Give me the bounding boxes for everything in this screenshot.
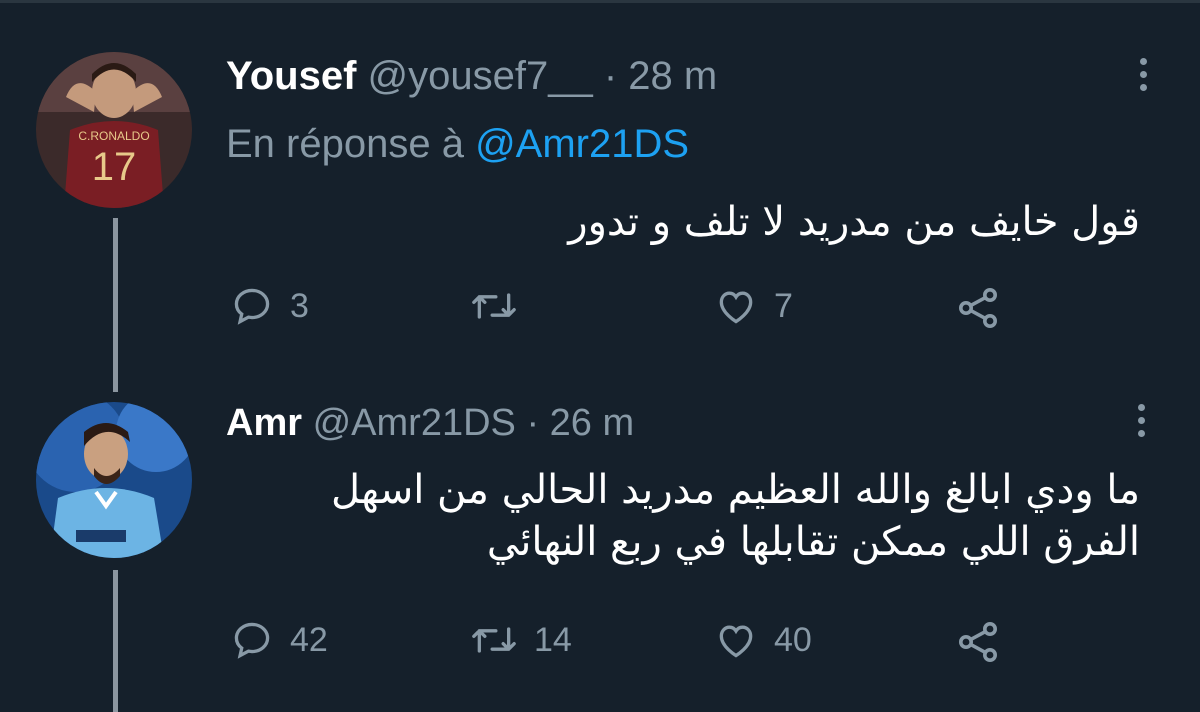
share-icon	[959, 288, 997, 328]
thread-line	[113, 218, 118, 392]
retweet-count: 14	[534, 620, 572, 659]
tweet-amr[interactable]: Amr @Amr21DS · 26 m ما ودي ابالغ والله ا…	[0, 380, 1200, 712]
reply-prefix: En réponse à	[226, 122, 464, 166]
more-options-icon[interactable]	[1138, 58, 1148, 91]
share-button[interactable]	[954, 618, 1002, 666]
timestamp[interactable]: 28 m	[628, 54, 717, 98]
reply-button[interactable]: 3	[230, 284, 309, 328]
tweet-text: ما ودي ابالغ والله العظيم مدريد الحالي م…	[240, 464, 1140, 568]
reply-icon	[234, 288, 270, 325]
tweet-header: Amr @Amr21DS · 26 m	[226, 402, 634, 445]
avatar-yousef[interactable]: C.RONALDO 17	[36, 52, 192, 208]
retweet-icon	[472, 293, 516, 319]
tweet-text-line: الفرق اللي ممكن تقابلها في ربع النهائي	[486, 519, 1140, 565]
retweet-button[interactable]: 14	[470, 618, 572, 662]
share-icon	[959, 622, 997, 662]
separator: ·	[603, 54, 618, 98]
tweet-text: قول خايف من مدريد لا تلف و تدور	[340, 196, 1140, 248]
like-button[interactable]: 7	[714, 284, 793, 328]
reply-icon	[234, 622, 270, 659]
like-count: 7	[774, 286, 793, 325]
more-options-icon[interactable]	[1136, 404, 1146, 437]
reply-context: En réponse à @Amr21DS	[226, 122, 689, 167]
like-icon	[719, 625, 753, 658]
separator: ·	[526, 402, 540, 444]
svg-text:17: 17	[92, 145, 137, 189]
handle[interactable]: @yousef7__	[368, 54, 593, 98]
reply-button[interactable]: 42	[230, 618, 328, 662]
tweet-text-line: ما ودي ابالغ والله العظيم مدريد الحالي م…	[330, 467, 1140, 513]
share-button[interactable]	[954, 284, 1002, 332]
like-count: 40	[774, 620, 812, 659]
avatar-amr-image	[36, 402, 192, 558]
thread-line-bottom	[113, 570, 118, 712]
like-icon	[719, 291, 753, 324]
tweet-text-line: قول خايف من مدريد لا تلف و تدور	[568, 199, 1140, 245]
retweet-button[interactable]	[470, 284, 534, 328]
handle[interactable]: @Amr21DS	[313, 402, 516, 444]
reply-count: 3	[290, 286, 309, 325]
svg-text:C.RONALDO: C.RONALDO	[78, 129, 149, 143]
display-name[interactable]: Yousef	[226, 54, 356, 98]
avatar-yousef-image: C.RONALDO 17	[36, 52, 192, 208]
reply-count: 42	[290, 620, 328, 659]
tweet-yousef[interactable]: C.RONALDO 17 Yousef @yousef7__ · 28 m En…	[0, 0, 1200, 392]
tweet-header: Yousef @yousef7__ · 28 m	[226, 54, 717, 99]
like-button[interactable]: 40	[714, 618, 812, 662]
retweet-icon	[472, 627, 516, 653]
reply-mention-link[interactable]: @Amr21DS	[475, 122, 689, 166]
display-name[interactable]: Amr	[226, 402, 302, 444]
avatar-amr[interactable]	[36, 402, 192, 558]
timestamp[interactable]: 26 m	[550, 402, 634, 444]
